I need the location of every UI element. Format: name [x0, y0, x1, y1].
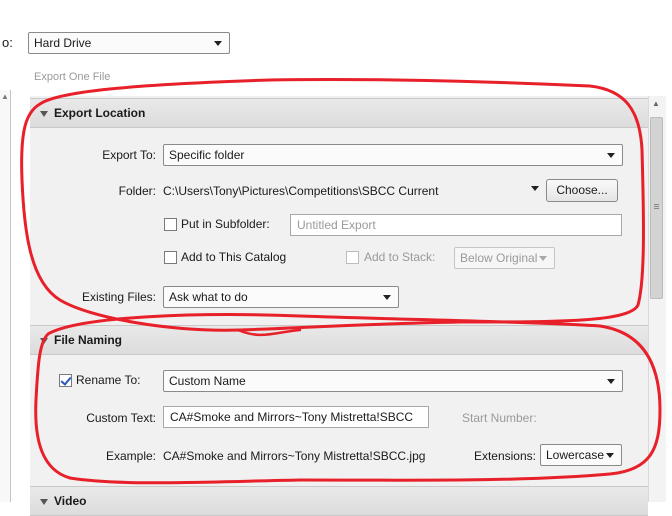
annotation-loop-file-naming: [34, 313, 662, 485]
annotation-overlay: [20, 77, 662, 485]
annotation-loop-export-location: [20, 77, 645, 332]
